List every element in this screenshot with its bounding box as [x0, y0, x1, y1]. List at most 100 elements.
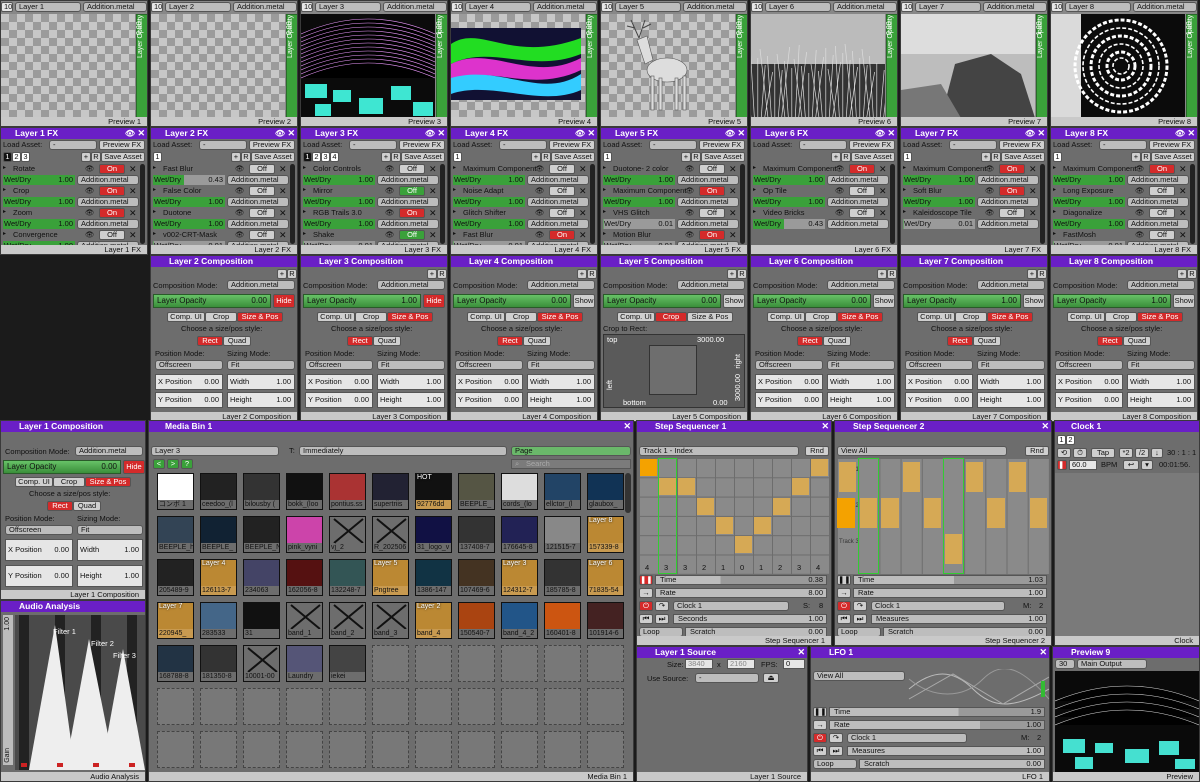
fx-scrollbar[interactable] [440, 164, 445, 244]
add-icon[interactable]: + [231, 152, 241, 162]
eye-icon[interactable]: 👁 [235, 230, 245, 239]
layer-blend-select[interactable]: Addition.metal [233, 2, 297, 12]
preview-number-select[interactable]: 30 [1055, 659, 1075, 669]
show-button[interactable]: Show [723, 294, 745, 308]
media-thumbnail[interactable]: BEEPLE_ [458, 473, 495, 510]
media-thumbnail[interactable]: コンボ 1 [157, 473, 194, 510]
eye-icon[interactable]: 👁 [875, 128, 885, 139]
fx-toggle-button[interactable]: Off [1149, 186, 1175, 196]
fx-toggle-button[interactable]: Off [849, 208, 875, 218]
add-icon[interactable]: + [1131, 152, 1141, 162]
close-icon[interactable]: ✕ [579, 186, 587, 196]
fx-toggle-button[interactable]: On [699, 230, 725, 240]
rect-button[interactable]: Rect [947, 336, 973, 346]
empty-slot[interactable] [329, 688, 366, 725]
loop-arrow-icon[interactable]: ↷ [853, 601, 867, 611]
media-thumbnail[interactable]: band_2 [329, 602, 366, 639]
composition-mode-select[interactable]: Addition.metal [977, 280, 1045, 290]
media-thumbnail[interactable]: band_3 [372, 602, 409, 639]
bpm-field[interactable]: 60.0 [1069, 460, 1097, 470]
halve-tempo-button[interactable]: /2 [1135, 448, 1149, 458]
close-icon[interactable]: ✕ [1029, 208, 1037, 218]
add-icon[interactable]: + [1177, 269, 1187, 279]
wet-dry-slider[interactable]: Wet/Dry 1.00 [1053, 219, 1125, 229]
eye-icon[interactable]: 👁 [835, 164, 845, 173]
fx-blend-select[interactable]: Addition.metal [1127, 197, 1189, 207]
add-icon[interactable]: + [831, 152, 841, 162]
pause-icon[interactable]: ❚❚ [1057, 460, 1067, 470]
show-button[interactable]: Show [573, 294, 595, 308]
fx-blend-select[interactable]: Addition.metal [227, 175, 289, 185]
load-asset-select[interactable]: - [799, 140, 847, 150]
sizing-mode-select[interactable]: Fit [527, 360, 595, 370]
quad-button[interactable]: Quad [1123, 336, 1151, 346]
fx-toggle-button[interactable]: Off [399, 230, 425, 240]
preview-fx-button[interactable]: Preview FX [99, 140, 145, 150]
reset-icon[interactable]: R [887, 269, 897, 279]
empty-slot[interactable] [415, 731, 452, 768]
fx-blend-select[interactable]: Addition.metal [527, 175, 589, 185]
fx-toggle-button[interactable]: Off [1149, 208, 1175, 218]
wet-dry-slider[interactable]: Wet/Dry 1.00 [303, 197, 375, 207]
close-icon[interactable]: ✕ [429, 186, 437, 196]
add-icon[interactable]: + [381, 152, 391, 162]
close-icon[interactable]: ✕ [1179, 164, 1187, 174]
wet-dry-slider[interactable]: Wet/Dry 1.00 [153, 197, 225, 207]
layer-opacity-slider[interactable]: Layer Opacity 0.00 [603, 294, 721, 308]
fx-scrollbar[interactable] [740, 164, 745, 244]
wet-dry-slider[interactable]: Wet/Dry 1.00 [453, 197, 525, 207]
fx-scrollbar[interactable] [1190, 164, 1195, 244]
measure-slider[interactable]: Seconds 1.00 [673, 614, 827, 624]
size-pos-tab[interactable]: Size & Pos [1137, 312, 1183, 322]
add-icon[interactable]: + [577, 269, 587, 279]
rect-button[interactable]: Rect [197, 336, 223, 346]
position-mode-select[interactable]: Offscreen [455, 360, 523, 370]
fx-toggle-button[interactable]: On [1149, 164, 1175, 174]
media-thumbnail[interactable]: 31_logo_v [415, 516, 452, 553]
layer-number-select[interactable]: 10 [601, 2, 613, 12]
layer-blend-select[interactable]: Addition.metal [683, 2, 747, 12]
stopwatch-icon[interactable]: ⏱ [1073, 448, 1087, 458]
sync-icon[interactable]: ↩ [1123, 460, 1139, 470]
layer-opacity-slider[interactable]: Layer Opacity 0.00 [453, 294, 571, 308]
layer-name-select[interactable]: Layer 5 [615, 2, 681, 12]
close-icon[interactable]: ✕ [737, 128, 745, 139]
position-mode-select[interactable]: Offscreen [155, 360, 223, 370]
eye-icon[interactable]: 👁 [235, 164, 245, 173]
layer-blend-select[interactable]: Addition.metal [1133, 2, 1197, 12]
media-thumbnail[interactable]: Laundry [286, 645, 323, 682]
quad-button[interactable]: Quad [973, 336, 1001, 346]
eye-icon[interactable]: 👁 [1025, 128, 1035, 139]
fx-toggle-button[interactable]: On [99, 208, 125, 218]
comp-ui-tab[interactable]: Comp. UI [1067, 312, 1105, 322]
page-select[interactable]: Page [511, 446, 631, 456]
eye-icon[interactable]: 👁 [235, 208, 245, 217]
reset-icon[interactable]: R [1037, 269, 1047, 279]
reset-icon[interactable]: ⟲ [1057, 448, 1071, 458]
crop-rect[interactable] [649, 345, 697, 395]
reset-icon[interactable]: R [1141, 152, 1151, 162]
eye-icon[interactable]: 👁 [1175, 128, 1185, 139]
size-pos-tab[interactable]: Size & Pos [837, 312, 883, 322]
crop-tab[interactable]: Crop [805, 312, 837, 322]
arrow-right-icon[interactable]: → [813, 720, 827, 730]
eye-icon[interactable]: 👁 [685, 186, 695, 195]
fx-scrollbar[interactable] [1040, 164, 1045, 244]
clock-tab-1[interactable]: 1 [1057, 435, 1066, 445]
layer-name-select[interactable]: Layer 7 [915, 2, 981, 12]
crop-tab[interactable]: Crop [355, 312, 387, 322]
close-icon[interactable]: ✕ [129, 230, 137, 240]
composition-mode-select[interactable]: Addition.metal [227, 280, 295, 290]
x-position-field[interactable]: X Position 0.00 [755, 374, 823, 390]
composition-mode-select[interactable]: Addition.metal [527, 280, 595, 290]
close-icon[interactable]: ✕ [429, 208, 437, 218]
media-thumbnail[interactable]: 160401-8 [544, 602, 581, 639]
composition-mode-select[interactable]: Addition.metal [827, 280, 895, 290]
fx-toggle-button[interactable]: Off [699, 208, 725, 218]
eye-icon[interactable]: 👁 [1135, 186, 1145, 195]
source-width-field[interactable]: 3840 [685, 659, 713, 669]
eye-icon[interactable]: 👁 [385, 230, 395, 239]
wet-dry-slider[interactable]: Wet/Dry 1.00 [153, 219, 225, 229]
media-thumbnail[interactable]: 1386-147 [415, 559, 452, 596]
fx-blend-select[interactable]: Addition.metal [527, 197, 589, 207]
